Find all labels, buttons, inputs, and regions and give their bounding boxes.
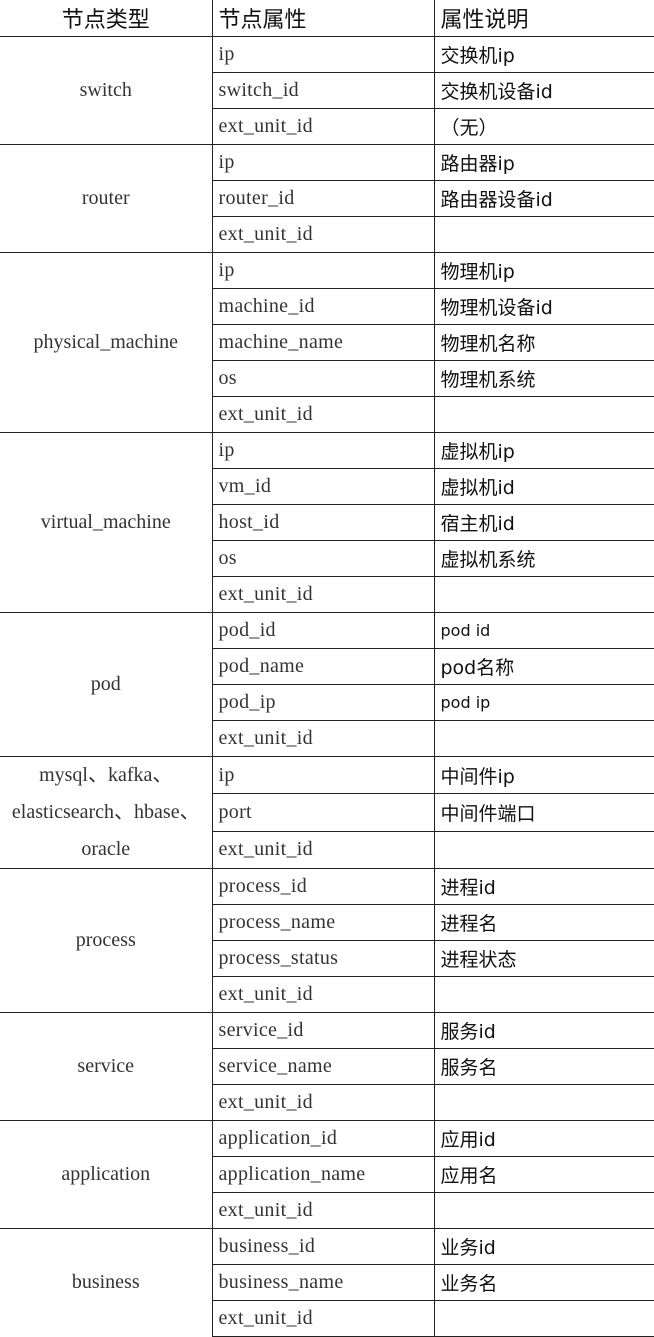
node-type-cell: virtual_machine [0,432,212,613]
attribute-description-cell: 进程id [433,868,654,905]
node-attribute-cell: machine_id [211,288,434,325]
node-attribute-cell: ext_unit_id [211,976,434,1013]
attribute-description-cell: 路由器ip [433,144,654,181]
node-attribute-cell: ext_unit_id [211,1084,434,1121]
node-type-cell: process [0,868,212,1013]
attribute-description-cell: 虚拟机id [433,468,654,505]
table-row: business business_id 业务id [0,1228,654,1337]
attribute-description-cell: 业务名 [433,1264,654,1301]
table-row: switch ip 交换机ip [0,36,654,145]
node-attribute-cell: application_id [211,1120,434,1157]
attribute-description-cell: 进程状态 [433,940,654,977]
table-row: virtual_machine ip 虚拟机ip [0,432,654,613]
node-attribute-cell: ext_unit_id [211,576,434,613]
node-attribute-cell: vm_id [211,468,434,505]
node-attribute-cell: business_id [211,1228,434,1265]
node-attribute-cell: ip [211,432,434,469]
attribute-description-cell: 物理机系统 [433,360,654,397]
header-node-attribute: 节点属性 [211,0,434,37]
node-attribute-cell: pod_ip [211,684,434,721]
table-row: pod pod_id pod id [0,612,654,757]
node-attribute-cell: service_id [211,1012,434,1049]
node-type-cell: service [0,1012,212,1121]
node-attribute-cell: ext_unit_id [211,720,434,757]
table-row: application application_id 应用id [0,1120,654,1229]
node-type-cell: mysql、kafka、elasticsearch、hbase、oracle [0,756,212,869]
attribute-description-cell [433,1084,654,1121]
table-row: process process_id 进程id [0,868,654,1013]
attribute-description-cell: （无） [433,108,654,145]
node-attribute-cell: process_status [211,940,434,977]
node-type-cell: business [0,1228,212,1337]
node-attribute-cell: pod_name [211,648,434,685]
attribute-description-cell: pod id [433,612,654,649]
attribute-description-cell: 进程名 [433,904,654,941]
node-attribute-cell: business_name [211,1264,434,1301]
node-attribute-cell: ext_unit_id [211,396,434,433]
node-attribute-cell: ext_unit_id [211,1192,434,1229]
attribute-description-cell: 服务id [433,1012,654,1049]
attribute-description-cell: 路由器设备id [433,180,654,217]
attribute-description-cell: 业务id [433,1228,654,1265]
attribute-description-cell: 交换机ip [433,36,654,73]
node-type-cell: pod [0,612,212,757]
node-attribute-cell: application_name [211,1156,434,1193]
node-attribute-cell: os [211,540,434,577]
node-attribute-cell: process_name [211,904,434,941]
node-type-cell: switch [0,36,212,145]
header-node-type: 节点类型 [0,0,212,37]
header-attribute-description: 属性说明 [433,0,654,37]
attribute-description-cell: 应用id [433,1120,654,1157]
attribute-description-cell: 宿主机id [433,504,654,541]
attribute-description-cell: 物理机ip [433,252,654,289]
attribute-description-cell [433,576,654,613]
attribute-description-cell [433,396,654,433]
attribute-description-cell [433,976,654,1013]
attribute-description-cell: pod ip [433,684,654,721]
node-attribute-table: 节点类型 节点属性 属性说明 switch ip 交换机ip switch_id 交换机… [0,0,654,1337]
table-row: physical_machine ip 物理机ip [0,252,654,433]
header-row: 节点类型 节点属性 属性说明 [0,0,654,37]
node-attribute-cell: service_name [211,1048,434,1085]
node-attribute-cell: switch_id [211,72,434,109]
attribute-description-cell [433,830,654,869]
node-attribute-cell: host_id [211,504,434,541]
node-attribute-cell: ip [211,755,434,794]
node-attribute-cell: ext_unit_id [211,830,434,869]
table-body: switch ip 交换机ip switch_id 交换机设备id ext_unit_id… [0,36,654,1337]
attribute-description-cell [433,1192,654,1229]
attribute-description-cell: 物理机设备id [433,288,654,325]
node-attribute-cell: ip [211,36,434,73]
attribute-description-cell: 虚拟机ip [433,432,654,469]
node-attribute-cell: port [211,793,434,832]
attribute-description-cell [433,720,654,757]
attribute-description-cell: 应用名 [433,1156,654,1193]
table-row: router ip 路由器ip [0,144,654,253]
attribute-description-cell: 虚拟机系统 [433,540,654,577]
attribute-description-cell [433,1300,654,1337]
node-attribute-cell: ext_unit_id [211,1300,434,1337]
node-attribute-cell: ip [211,252,434,289]
attribute-description-cell: 服务名 [433,1048,654,1085]
attribute-description-cell: 中间件端口 [433,793,654,832]
attribute-description-cell [433,216,654,253]
node-attribute-cell: machine_name [211,324,434,361]
node-attribute-cell: process_id [211,868,434,905]
node-type-cell: application [0,1120,212,1229]
attribute-description-cell: 中间件ip [433,755,654,794]
attribute-description-cell: 物理机名称 [433,324,654,361]
node-type-cell: physical_machine [0,252,212,433]
node-attribute-cell: ip [211,144,434,181]
attribute-description-cell: pod名称 [433,648,654,685]
node-attribute-cell: ext_unit_id [211,216,434,253]
node-attribute-cell: router_id [211,180,434,217]
node-attribute-cell: pod_id [211,612,434,649]
node-attribute-cell: ext_unit_id [211,108,434,145]
table-row: mysql、kafka、elasticsearch、hbase、oracle ip… [0,755,654,869]
node-type-cell: router [0,144,212,253]
attribute-description-cell: 交换机设备id [433,72,654,109]
node-attribute-cell: os [211,360,434,397]
table-row: service service_id 服务id [0,1012,654,1121]
